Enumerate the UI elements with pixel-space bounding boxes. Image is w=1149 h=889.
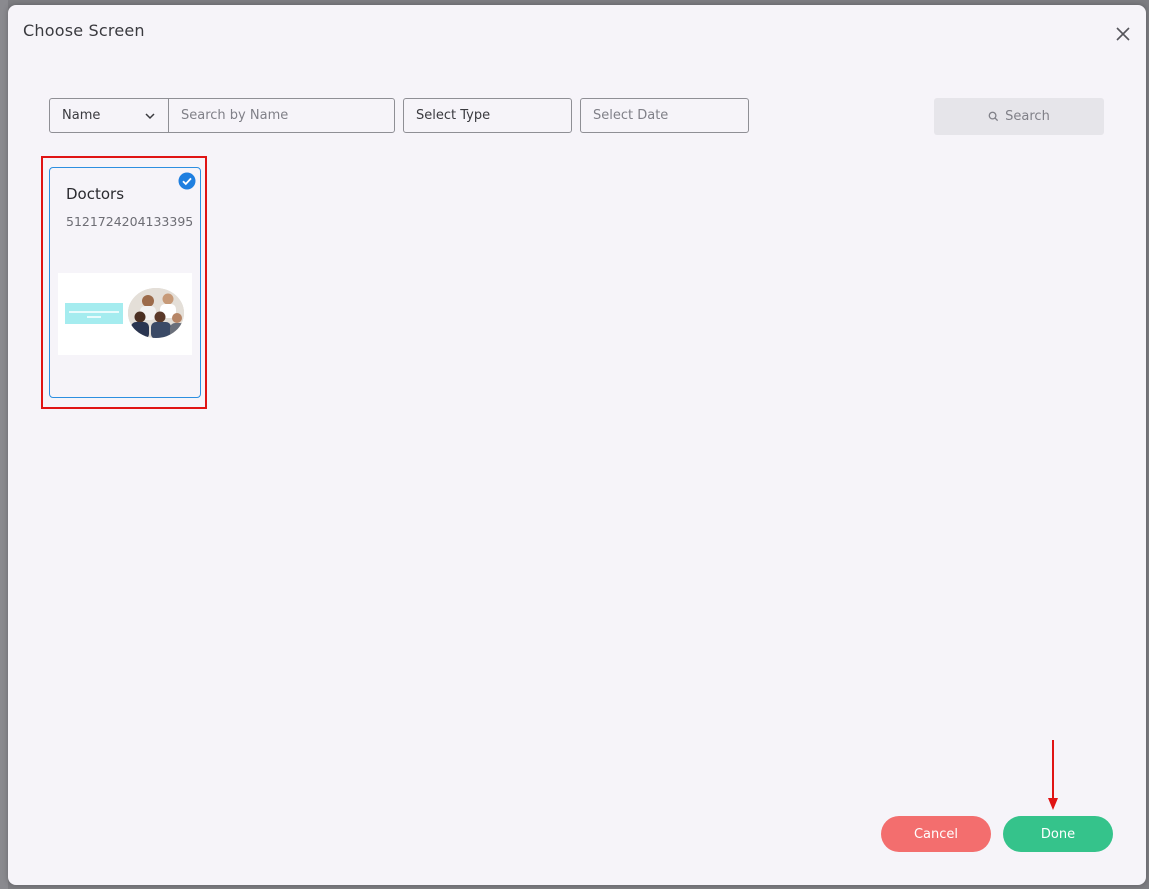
search-icon	[988, 111, 999, 122]
search-button-label: Search	[1005, 109, 1050, 124]
arrow-down-indicator	[1048, 740, 1058, 810]
close-button[interactable]	[1114, 25, 1132, 43]
filter-bar: Name Select Type Select Date Search	[49, 98, 1105, 136]
screen-card[interactable]: Doctors 5121724204133395	[49, 167, 201, 398]
modal-title: Choose Screen	[23, 21, 145, 40]
type-filter-label: Select Type	[416, 108, 491, 123]
screen-thumbnail	[58, 273, 192, 355]
choose-screen-modal: Choose Screen Name Select Type Select Da…	[8, 5, 1146, 885]
search-name-input[interactable]	[168, 98, 395, 133]
date-filter-placeholder: Select Date	[593, 108, 669, 123]
screen-card-id: 5121724204133395	[66, 214, 194, 229]
date-filter-input[interactable]: Select Date	[580, 98, 749, 133]
search-button[interactable]: Search	[934, 98, 1104, 135]
thumbnail-photo	[128, 288, 184, 338]
close-icon	[1116, 27, 1130, 41]
chevron-down-icon	[145, 113, 155, 120]
type-filter-select[interactable]: Select Type	[403, 98, 572, 133]
modal-backdrop	[0, 0, 8, 889]
check-circle-icon	[178, 172, 196, 190]
name-filter-label: Name	[62, 108, 101, 123]
thumbnail-banner	[65, 303, 123, 324]
screen-card-title: Doctors	[66, 185, 125, 203]
name-filter-select[interactable]: Name	[49, 98, 169, 133]
cancel-button[interactable]: Cancel	[881, 816, 991, 852]
done-button[interactable]: Done	[1003, 816, 1113, 852]
